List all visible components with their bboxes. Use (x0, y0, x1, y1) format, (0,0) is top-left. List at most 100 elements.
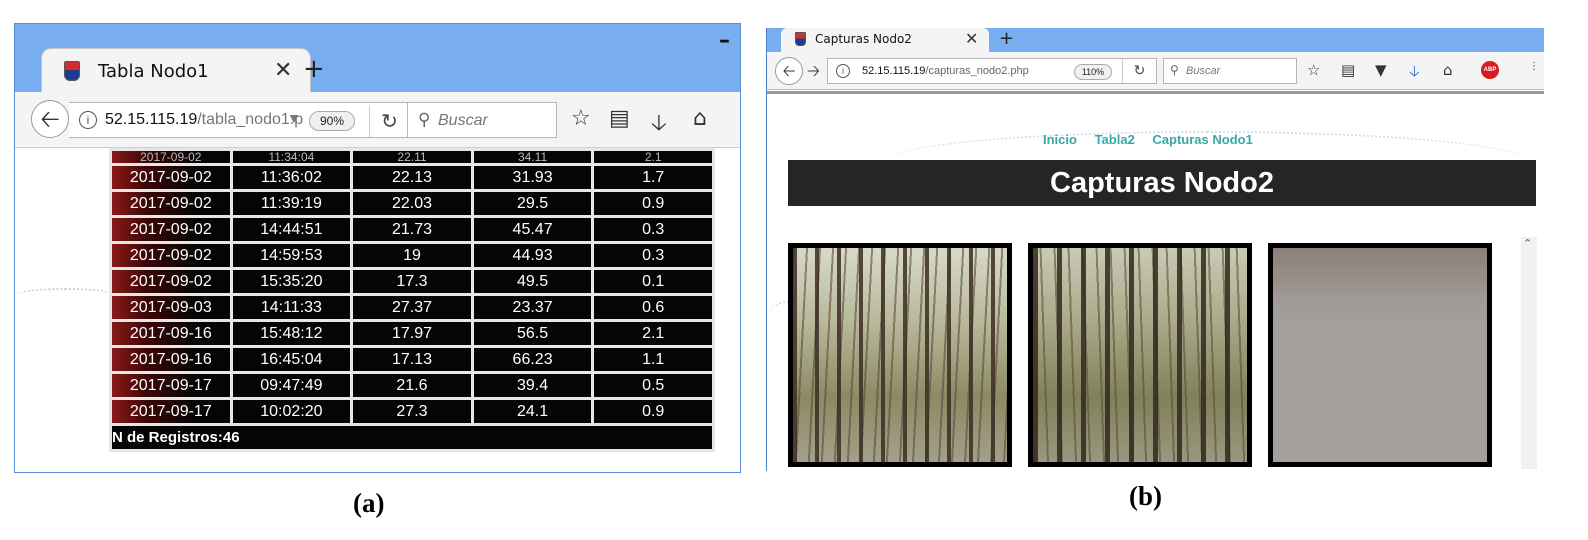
table-cell: 11:39:19 (232, 192, 351, 215)
tab-title: Tabla Nodo1 (98, 61, 209, 82)
search-input[interactable]: ⚲ Buscar (407, 102, 557, 138)
record-count: N de Registros:46 (112, 426, 712, 449)
overflow-menu-icon[interactable]: ⋮ (1529, 61, 1539, 72)
search-icon: ⚲ (418, 110, 431, 130)
search-placeholder: Buscar (1186, 65, 1221, 77)
search-icon: ⚲ (1170, 63, 1179, 77)
table-cell: 2017-09-02 (112, 192, 230, 215)
url-bar[interactable]: i 52.15.115.19/tabla_nodo1.p ▼ 90% ↻ (69, 102, 409, 138)
site-nav: Inicio Tabla2 Capturas Nodo1 (1043, 132, 1267, 147)
new-tab-button[interactable]: + (303, 54, 325, 84)
search-input[interactable]: ⚲ Buscar (1163, 58, 1297, 84)
shield-favicon-icon (64, 61, 80, 81)
table-row: 2017-09-02 11:36:02 22.13 31.93 1.7 (112, 166, 712, 189)
table-cell: 39.4 (473, 374, 592, 397)
table-row: 2017-09-16 15:48:12 17.97 56.5 2.1 (112, 322, 712, 345)
dropdown-arrow-icon[interactable]: ▼ (287, 110, 301, 126)
table-cell: 44.93 (473, 244, 592, 267)
reading-list-icon[interactable]: ▤ (609, 106, 630, 131)
tab-title: Capturas Nodo2 (815, 32, 912, 46)
minimize-button[interactable]: – (719, 28, 730, 53)
table-cell: 09:47:49 (232, 374, 351, 397)
table-footer-row: N de Registros:46 (112, 426, 712, 449)
table-row: 2017-09-17 09:47:49 21.6 39.4 0.5 (112, 374, 712, 397)
close-icon[interactable]: ✕ (965, 29, 978, 48)
close-icon[interactable]: ✕ (274, 58, 292, 83)
reload-icon[interactable]: ↻ (1122, 59, 1156, 83)
browser-window-a: – Tabla Nodo1 ✕ + 🡠 i 52.15.115.19/tabla… (14, 23, 741, 473)
table-cell: 17.13 (353, 348, 471, 371)
table-cell: 14:44:51 (232, 218, 351, 241)
table-cell: 2017-09-17 (112, 374, 230, 397)
pocket-icon[interactable]: ▼ (1375, 61, 1387, 79)
title-bar: – Tabla Nodo1 ✕ + (15, 24, 740, 94)
caption-b: (b) (1129, 481, 1162, 511)
nav-link-tabla2[interactable]: Tabla2 (1095, 132, 1135, 147)
table-cell: 56.5 (473, 322, 592, 345)
table-cell: 17.97 (353, 322, 471, 345)
table-cell: 2017-09-02 (112, 151, 230, 163)
page-title: Capturas Nodo2 (788, 160, 1536, 206)
zoom-indicator[interactable]: 90% (309, 111, 355, 131)
forward-arrow-icon[interactable]: 🡢 (807, 60, 820, 87)
table-row: 2017-09-02 14:44:51 21.73 45.47 0.3 (112, 218, 712, 241)
table-cell: 19 (353, 244, 471, 267)
new-tab-button[interactable]: + (999, 28, 1014, 49)
home-icon[interactable]: ⌂ (693, 106, 707, 131)
table-cell: 15:35:20 (232, 270, 351, 293)
caption-a: (a) (353, 488, 385, 518)
table-cell: 31.93 (473, 166, 592, 189)
url-bar[interactable]: i 52.15.115.19/capturas_nodo2.php 110% ↻ (827, 58, 1157, 84)
back-arrow-icon[interactable]: 🡠 (775, 57, 803, 85)
bookmark-star-icon[interactable]: ☆ (1307, 61, 1320, 79)
nav-link-inicio[interactable]: Inicio (1043, 132, 1077, 147)
table-cell: 49.5 (473, 270, 592, 293)
capture-image-2[interactable] (1028, 243, 1252, 467)
home-icon[interactable]: ⌂ (1443, 61, 1453, 79)
table-cell: 22.03 (353, 192, 471, 215)
table-cell: 0.6 (594, 296, 712, 319)
table-cell: 10:02:20 (232, 400, 351, 423)
info-icon[interactable]: i (79, 111, 97, 129)
url-text: 52.15.115.19/capturas_nodo2.php (862, 65, 1029, 77)
table-cell: 2.1 (594, 151, 712, 163)
capture-image-3[interactable] (1268, 243, 1492, 467)
table-row: 2017-09-17 10:02:20 27.3 24.1 0.9 (112, 400, 712, 423)
navigation-bar: 🡠 🡢 i 52.15.115.19/capturas_nodo2.php 11… (767, 52, 1544, 90)
decorative-dots (15, 288, 115, 302)
table-cell: 2017-09-17 (112, 400, 230, 423)
reading-list-icon[interactable]: ▤ (1341, 61, 1355, 79)
table-cell: 66.23 (473, 348, 592, 371)
table-cell: 15:48:12 (232, 322, 351, 345)
back-arrow-icon[interactable]: 🡠 (31, 100, 69, 138)
tab-capturas-nodo2[interactable]: Capturas Nodo2 ✕ (781, 28, 989, 54)
download-arrow-icon[interactable]: 🡣 (651, 106, 667, 144)
scroll-up-arrow-icon[interactable]: ⌃ (1523, 237, 1532, 250)
bookmark-star-icon[interactable]: ☆ (571, 106, 591, 131)
download-arrow-icon[interactable]: 🡣 (1409, 61, 1420, 86)
table-cell: 21.73 (353, 218, 471, 241)
table-row: 2017-09-02 14:59:53 19 44.93 0.3 (112, 244, 712, 267)
title-bar: Capturas Nodo2 ✕ + (767, 28, 1544, 54)
divider (767, 91, 1544, 94)
nav-link-capturas-nodo1[interactable]: Capturas Nodo1 (1152, 132, 1252, 147)
table-cell: 22.11 (353, 151, 471, 163)
info-icon[interactable]: i (836, 64, 850, 78)
reload-icon[interactable]: ↻ (369, 105, 409, 137)
table-cell: 14:59:53 (232, 244, 351, 267)
sensor-data-table: 2017-09-02 11:34:04 22.11 34.11 2.1 2017-09-0… (109, 148, 715, 452)
table-cell: 11:36:02 (232, 166, 351, 189)
adblock-icon[interactable]: ABP (1481, 61, 1499, 79)
tab-tabla-nodo1[interactable]: Tabla Nodo1 ✕ (41, 48, 311, 94)
table-cell: 0.3 (594, 244, 712, 267)
table-cell: 0.1 (594, 270, 712, 293)
zoom-indicator[interactable]: 110% (1074, 64, 1112, 80)
table-cell: 1.1 (594, 348, 712, 371)
table-cell: 11:34:04 (232, 151, 351, 163)
table-cell: 34.11 (473, 151, 592, 163)
scrollbar[interactable]: ⌃ (1521, 237, 1537, 469)
table-cell: 2017-09-03 (112, 296, 230, 319)
table-row-partial: 2017-09-02 11:34:04 22.11 34.11 2.1 (112, 151, 712, 163)
capture-image-1[interactable] (788, 243, 1012, 467)
table-cell: 2017-09-16 (112, 348, 230, 371)
